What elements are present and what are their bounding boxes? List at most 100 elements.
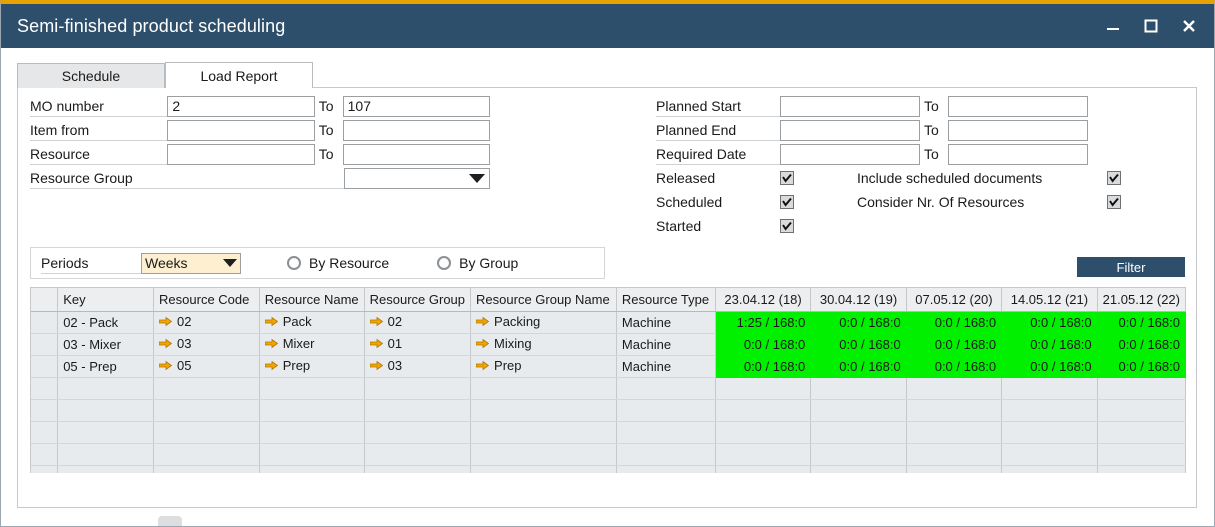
label-planned-start-to: To [920, 98, 948, 114]
input-item-from[interactable] [167, 120, 314, 141]
select-periods[interactable]: Weeks [141, 253, 241, 274]
cell-resource-name[interactable]: Pack [259, 311, 364, 333]
cell-load-period-5[interactable]: 0:0 / 168:0 [1097, 333, 1185, 355]
cell-load-period-3[interactable]: 0:0 / 168:0 [906, 333, 1001, 355]
table-row[interactable]: 05 - Prep05Prep03PrepMachine0:0 / 168:00… [31, 355, 1186, 377]
cell-empty [154, 399, 260, 421]
cell-resource-code[interactable]: 03 [154, 333, 260, 355]
radio-by-resource[interactable]: By Resource [287, 255, 389, 271]
cell-load-period-4[interactable]: 0:0 / 168:0 [1002, 311, 1097, 333]
tab-load-report[interactable]: Load Report [165, 62, 313, 88]
grid-resize-handle[interactable] [158, 516, 182, 527]
table-row[interactable]: 02 - Pack02Pack02PackingMachine1:25 / 16… [31, 311, 1186, 333]
chevron-down-icon [223, 259, 237, 267]
cell-empty [58, 399, 154, 421]
label-consider-nr-of-resources: Consider Nr. Of Resources [857, 194, 1107, 210]
row-selector[interactable] [31, 333, 58, 355]
select-resource-group[interactable] [344, 168, 490, 189]
column-header-14-05-12-21[interactable]: 14.05.12 (21) [1002, 288, 1097, 311]
checkbox-started[interactable] [780, 219, 794, 233]
row-selector[interactable] [31, 311, 58, 333]
row-selector[interactable] [31, 421, 58, 443]
cell-resource-name[interactable]: Mixer [259, 333, 364, 355]
cell-load-period-2[interactable]: 0:0 / 168:0 [811, 355, 906, 377]
checkbox-consider-nr-of-resources[interactable] [1107, 195, 1121, 209]
column-header-resource-group[interactable]: Resource Group [364, 288, 470, 311]
input-planned-start-from[interactable] [780, 96, 920, 117]
column-header-resource-name[interactable]: Resource Name [259, 288, 364, 311]
filter-button[interactable]: Filter [1077, 257, 1185, 277]
table-row-empty[interactable] [31, 399, 1186, 421]
radio-by-group[interactable]: By Group [437, 255, 518, 271]
table-row[interactable]: 03 - Mixer03Mixer01MixingMachine0:0 / 16… [31, 333, 1186, 355]
cell-load-period-1[interactable]: 0:0 / 168:0 [715, 333, 810, 355]
column-header-key[interactable]: Key [58, 288, 154, 311]
periods-panel: Periods Weeks By Resource By Group [30, 247, 605, 279]
cell-load-period-2[interactable]: 0:0 / 168:0 [811, 333, 906, 355]
cell-empty [364, 421, 470, 443]
input-planned-end-to[interactable] [948, 120, 1088, 141]
row-selector[interactable] [31, 377, 58, 399]
cell-resource-group-name[interactable]: Mixing [471, 333, 617, 355]
minimize-icon[interactable] [1102, 15, 1124, 37]
tab-schedule[interactable]: Schedule [17, 63, 165, 88]
cell-resource-group-name[interactable]: Packing [471, 311, 617, 333]
row-selector[interactable] [31, 399, 58, 421]
cell-empty [906, 399, 1001, 421]
column-header-07-05-12-20[interactable]: 07.05.12 (20) [906, 288, 1001, 311]
checkbox-include-scheduled-documents[interactable] [1107, 171, 1121, 185]
table-row-empty[interactable] [31, 465, 1186, 473]
cell-load-period-1[interactable]: 0:0 / 168:0 [715, 355, 810, 377]
field-row-planned-end: Planned End To [656, 119, 1196, 141]
input-required-date-from[interactable] [780, 144, 920, 165]
cell-load-period-2[interactable]: 0:0 / 168:0 [811, 311, 906, 333]
cell-load-period-3[interactable]: 0:0 / 168:0 [906, 355, 1001, 377]
load-report-grid[interactable]: KeyResource CodeResource NameResource Gr… [30, 287, 1186, 473]
cell-load-period-5[interactable]: 0:0 / 168:0 [1097, 355, 1185, 377]
input-planned-end-from[interactable] [780, 120, 920, 141]
column-header-30-04-12-19[interactable]: 30.04.12 (19) [811, 288, 906, 311]
input-item-to[interactable] [343, 120, 490, 141]
input-required-date-to[interactable] [948, 144, 1088, 165]
input-mo-number-to[interactable]: 107 [343, 96, 490, 117]
label-scheduled: Scheduled [656, 194, 780, 210]
input-resource-from[interactable] [167, 144, 314, 165]
table-row-empty[interactable] [31, 377, 1186, 399]
label-started: Started [656, 218, 780, 234]
column-header-21-05-12-22[interactable]: 21.05.12 (22) [1097, 288, 1185, 311]
cell-resource-group[interactable]: 03 [364, 355, 470, 377]
link-arrow-icon [370, 337, 383, 352]
column-header-resource-group-name[interactable]: Resource Group Name [471, 288, 617, 311]
column-header-resource-code[interactable]: Resource Code [154, 288, 260, 311]
row-selector[interactable] [31, 355, 58, 377]
table-row-empty[interactable] [31, 443, 1186, 465]
cell-load-period-5[interactable]: 0:0 / 168:0 [1097, 311, 1185, 333]
row-selector[interactable] [31, 465, 58, 473]
cell-resource-code[interactable]: 02 [154, 311, 260, 333]
cell-empty [471, 399, 617, 421]
table-row-empty[interactable] [31, 421, 1186, 443]
cell-load-period-4[interactable]: 0:0 / 168:0 [1002, 333, 1097, 355]
cell-resource-name[interactable]: Prep [259, 355, 364, 377]
cell-load-period-3[interactable]: 0:0 / 168:0 [906, 311, 1001, 333]
row-selector[interactable] [31, 443, 58, 465]
checkbox-released[interactable] [780, 171, 794, 185]
input-mo-number-from[interactable]: 2 [167, 96, 314, 117]
close-icon[interactable] [1178, 15, 1200, 37]
cell-resource-code[interactable]: 05 [154, 355, 260, 377]
maximize-icon[interactable] [1140, 15, 1162, 37]
cell-load-period-4[interactable]: 0:0 / 168:0 [1002, 355, 1097, 377]
cell-resource-group-name[interactable]: Prep [471, 355, 617, 377]
cell-empty [259, 421, 364, 443]
cell-load-period-1[interactable]: 1:25 / 168:0 [715, 311, 810, 333]
input-planned-start-to[interactable] [948, 96, 1088, 117]
tab-panel-load-report: MO number 2 To 107 Item from To [17, 87, 1197, 508]
input-resource-to[interactable] [343, 144, 490, 165]
field-row-planned-start: Planned Start To [656, 95, 1196, 117]
cell-resource-group[interactable]: 02 [364, 311, 470, 333]
cell-empty [715, 465, 810, 473]
checkbox-scheduled[interactable] [780, 195, 794, 209]
column-header-resource-type[interactable]: Resource Type [616, 288, 715, 311]
cell-resource-group[interactable]: 01 [364, 333, 470, 355]
column-header-23-04-12-18[interactable]: 23.04.12 (18) [715, 288, 810, 311]
